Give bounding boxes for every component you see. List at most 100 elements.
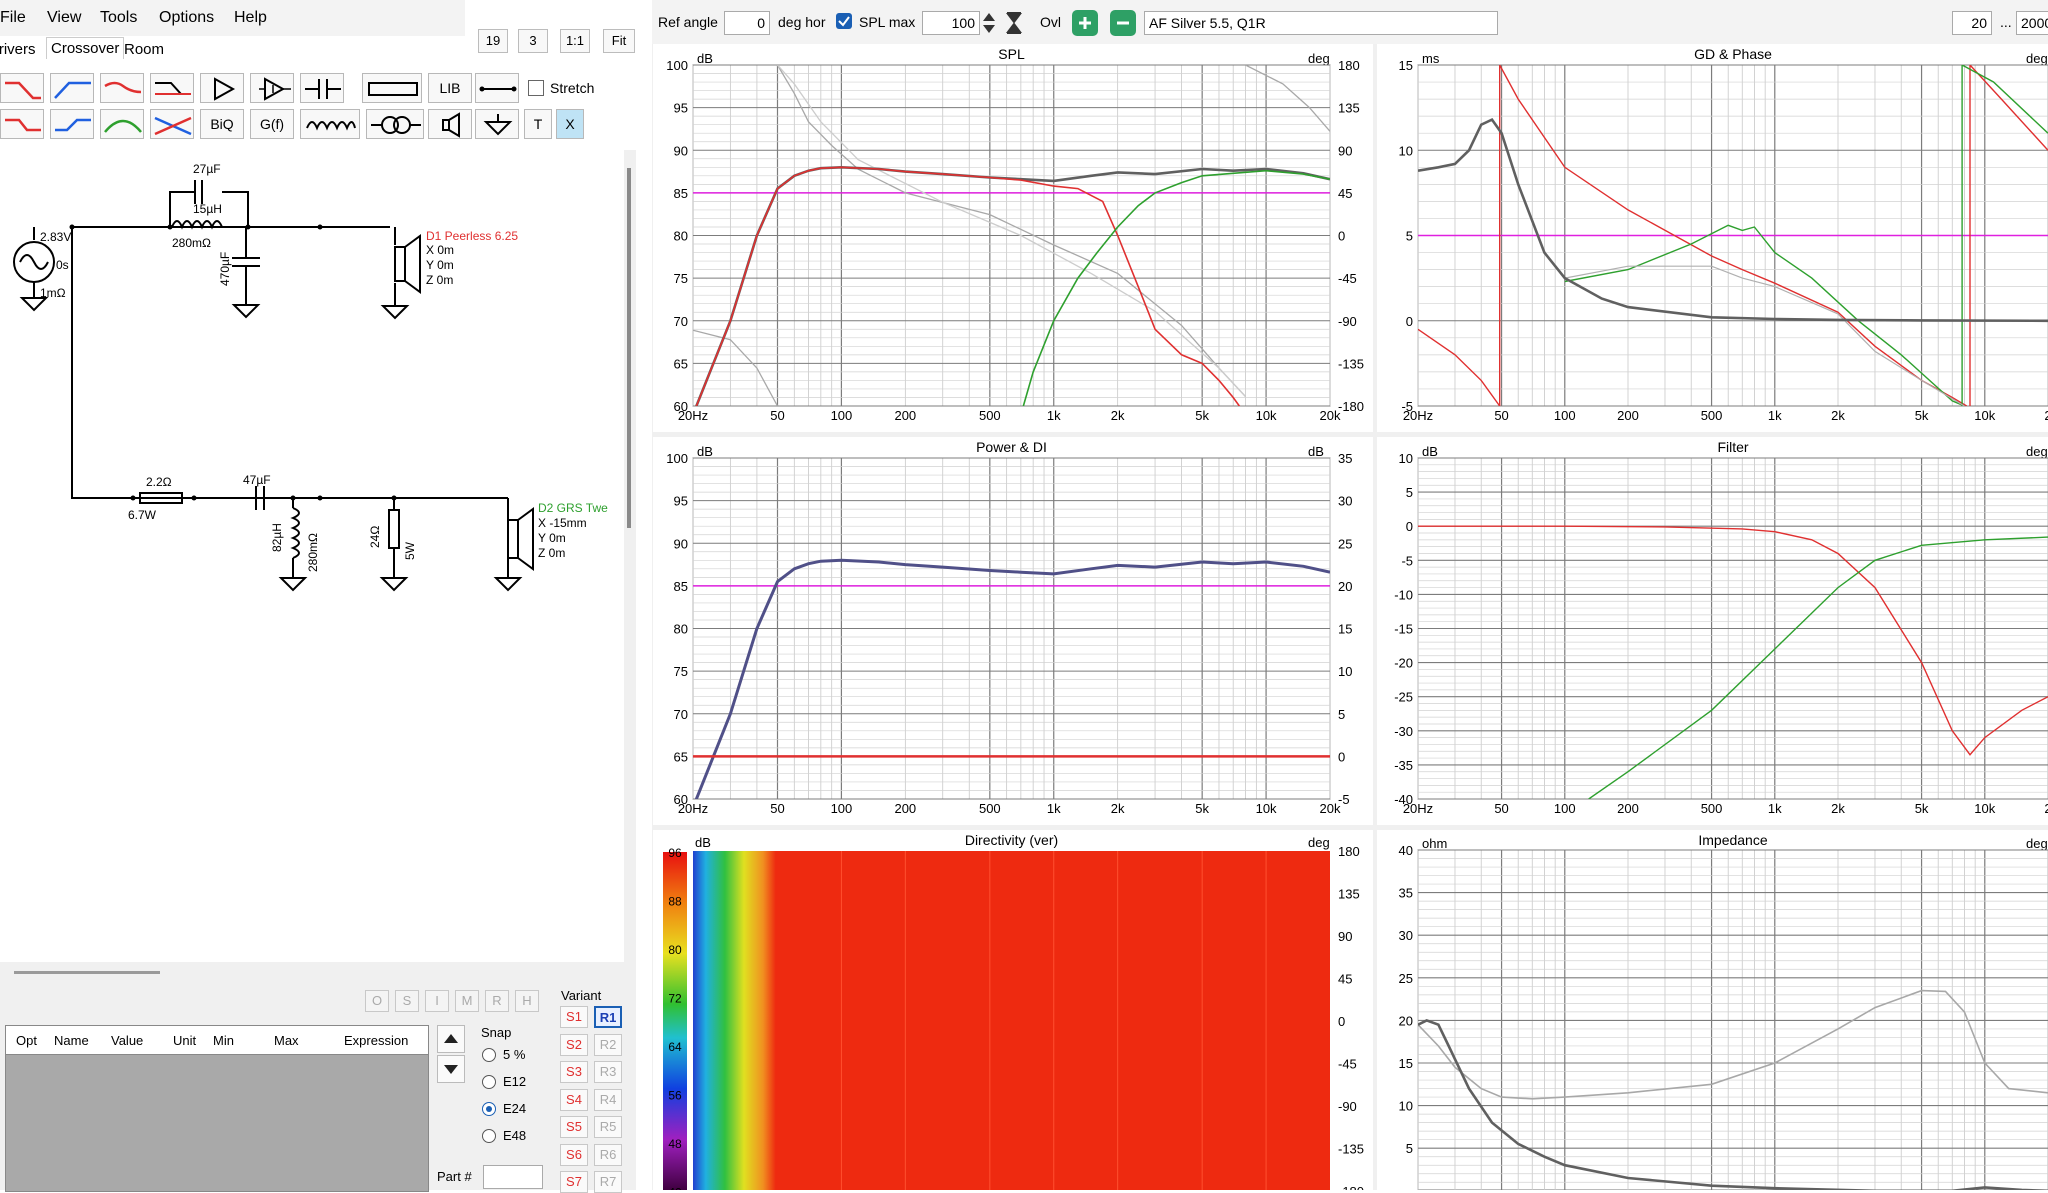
power-di-chart-ytick: 75 — [674, 664, 688, 679]
spl-chart-xtick: 20Hz — [678, 408, 708, 423]
gd-phase-chart-xtick: 20Hz — [1403, 408, 1433, 423]
gd-phase-chart-xtick: 5k — [1915, 408, 1929, 423]
power-di-chart-ytick: 85 — [674, 579, 688, 594]
impedance-y2label: deg — [2026, 836, 2048, 851]
filter-chart-ytick: 5 — [1406, 485, 1413, 500]
spl-chart-title: SPL — [998, 46, 1025, 62]
spl-chart-y2tick: 45 — [1338, 186, 1352, 201]
spl-chart-y2tick: -180 — [1338, 399, 1364, 414]
spl-chart-y2tick: 180 — [1338, 58, 1360, 73]
power-di-chart-xtick: 100 — [831, 801, 853, 816]
gd-phase-chart-y2label: deg — [2026, 51, 2048, 66]
spl-chart-xtick: 500 — [979, 408, 1001, 423]
filter-chart-xtick: 100 — [1554, 801, 1576, 816]
spl-chart-y2tick: -45 — [1338, 271, 1357, 286]
spl-chart-ytick: 80 — [674, 229, 688, 244]
power-di-chart-y2tick: 35 — [1338, 451, 1352, 466]
filter-chart-ytick: -15 — [1394, 622, 1413, 637]
filter-chart-ytick: -25 — [1394, 690, 1413, 705]
power-di-chart-y2tick: 30 — [1338, 494, 1352, 509]
filter-chart-xtick: 200 — [1617, 801, 1639, 816]
charts-svg: SPLdB deg100959085807570656018013590450-4… — [653, 44, 2048, 1191]
impedance-ytick: 30 — [1399, 928, 1413, 943]
filter-chart-xtick: 1k — [1768, 801, 1782, 816]
power-di-chart-xtick: 1k — [1047, 801, 1061, 816]
spl-chart-xtick: 20k — [1320, 408, 1341, 423]
colorbar-tick: 96 — [668, 846, 682, 860]
gd-phase-chart-ylabel: ms — [1422, 51, 1440, 66]
impedance-title: Impedance — [1698, 832, 1767, 848]
spl-chart-ytick: 65 — [674, 356, 688, 371]
directivity-y2tick: -135 — [1338, 1142, 1364, 1157]
power-di-chart-xtick: 20Hz — [678, 801, 708, 816]
impedance-ytick: 10 — [1399, 1099, 1413, 1114]
directivity-grid — [840, 851, 1267, 1190]
spl-chart-y2tick: 0 — [1338, 229, 1345, 244]
directivity-y2tick: -180 — [1338, 1184, 1364, 1190]
power-di-chart-xtick: 10k — [1256, 801, 1277, 816]
gd-phase-chart-xtick: 2k — [1831, 408, 1845, 423]
gd-phase-chart-ytick: 10 — [1399, 143, 1413, 158]
spl-chart-ytick: 100 — [666, 58, 688, 73]
spl-chart-y2tick: -90 — [1338, 314, 1357, 329]
gd-phase-chart-xtick: 2 — [2044, 408, 2048, 423]
directivity-heatmap[interactable] — [693, 851, 1330, 1190]
colorbar-tick: 64 — [668, 1040, 682, 1054]
power-di-chart-y2tick: 15 — [1338, 622, 1352, 637]
filter-chart-ytick: 10 — [1399, 451, 1413, 466]
filter-chart-xtick: 10k — [1974, 801, 1995, 816]
spl-chart-y2tick: -135 — [1338, 356, 1364, 371]
directivity-y2tick: 135 — [1338, 887, 1360, 902]
filter-chart-ytick: -30 — [1394, 724, 1413, 739]
spl-chart-xtick: 5k — [1195, 408, 1209, 423]
gd-phase-chart-ytick: 15 — [1399, 58, 1413, 73]
filter-chart-xtick: 2 — [2044, 801, 2048, 816]
directivity-title: Directivity (ver) — [965, 832, 1058, 848]
filter-chart-xtick: 2k — [1831, 801, 1845, 816]
colorbar-tick: 56 — [668, 1089, 682, 1103]
spl-chart-ytick: 95 — [674, 101, 688, 116]
colorbar-tick: 88 — [668, 895, 682, 909]
spl-chart-y2label: deg — [1308, 51, 1330, 66]
gd-phase-chart-xtick: 200 — [1617, 408, 1639, 423]
power-di-chart-ytick: 90 — [674, 536, 688, 551]
colorbar-tick: 80 — [668, 943, 682, 957]
impedance-ytick: 5 — [1406, 1141, 1413, 1156]
power-di-chart-y2tick: 5 — [1338, 707, 1345, 722]
filter-chart-ytick: 0 — [1406, 519, 1413, 534]
filter-chart-xtick: 5k — [1915, 801, 1929, 816]
spl-chart-xtick: 10k — [1256, 408, 1277, 423]
filter-chart-ylabel: dB — [1422, 444, 1438, 459]
directivity-ylabel: dB — [695, 835, 711, 850]
filter-chart-ytick: -10 — [1394, 587, 1413, 602]
impedance-ytick: 20 — [1399, 1013, 1413, 1028]
directivity-y2tick: 0 — [1338, 1014, 1345, 1029]
spl-chart-ytick: 85 — [674, 186, 688, 201]
spl-chart-xtick: 1k — [1047, 408, 1061, 423]
directivity-y2tick: 90 — [1338, 929, 1352, 944]
filter-chart-title: Filter — [1717, 439, 1748, 455]
impedance-ytick: 25 — [1399, 971, 1413, 986]
impedance-ytick: 15 — [1399, 1056, 1413, 1071]
power-di-chart-xtick: 200 — [894, 801, 916, 816]
filter-chart-ytick: -20 — [1394, 656, 1413, 671]
power-di-chart-ytick: 80 — [674, 622, 688, 637]
power-di-chart-ytick: 65 — [674, 749, 688, 764]
power-di-chart-xtick: 500 — [979, 801, 1001, 816]
directivity-y2tick: -90 — [1338, 1099, 1357, 1114]
power-di-chart-grid — [692, 457, 1331, 800]
impedance-ytick: 40 — [1399, 843, 1413, 858]
power-di-chart-title: Power & DI — [976, 439, 1047, 455]
colorbar-tick: 48 — [668, 1137, 682, 1151]
gd-phase-chart-title: GD & Phase — [1694, 46, 1772, 62]
spl-chart-ytick: 90 — [674, 143, 688, 158]
spl-chart-ytick: 70 — [674, 314, 688, 329]
filter-chart-ytick: -5 — [1401, 553, 1413, 568]
power-di-chart-ytick: 100 — [666, 451, 688, 466]
power-di-chart-ytick: 70 — [674, 707, 688, 722]
spl-chart-xtick: 50 — [770, 408, 784, 423]
power-di-chart-xtick: 5k — [1195, 801, 1209, 816]
gd-phase-chart-ytick: 5 — [1406, 229, 1413, 244]
colorbar-tick: 40 — [668, 1186, 682, 1191]
gd-phase-chart-xtick: 1k — [1768, 408, 1782, 423]
